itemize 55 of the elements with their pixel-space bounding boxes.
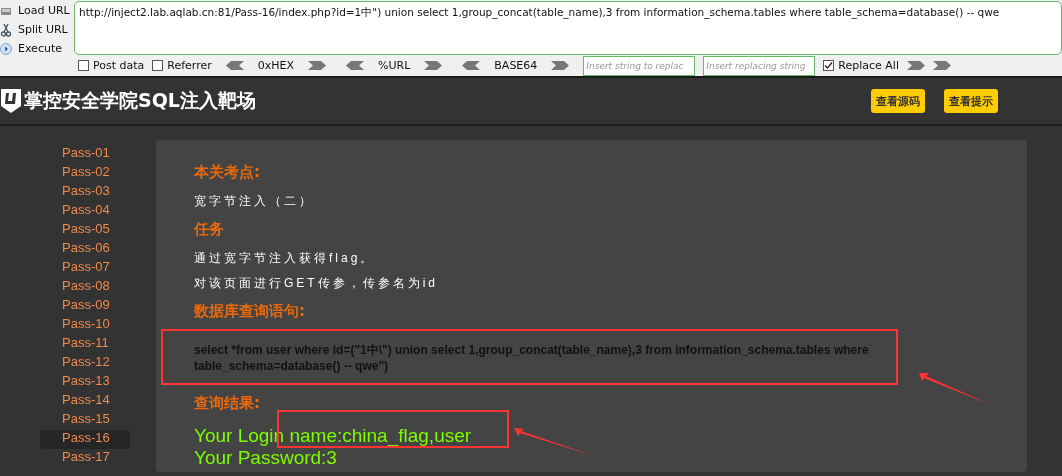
url-field[interactable]: http://inject2.lab.aqlab.cn:81/Pass-16/index.php?id=1中") union select 1,group_concat(table_name),3 from information_schema.tables where table_schema=database() -- qwe (74, 1, 1062, 55)
right-chevron-icon (308, 61, 327, 70)
play-icon (0, 42, 12, 55)
checkbox[interactable] (152, 60, 164, 71)
description-text: 对该页面进行GET传参，传参名为id (194, 276, 439, 290)
level-link[interactable]: Pass-09 (40, 297, 130, 316)
description-text: 通过宽字节注入获得flag。 (194, 251, 377, 265)
replace-field[interactable]: Insert string to replac (583, 55, 696, 76)
left-chevron-icon (225, 61, 244, 70)
right-chevron-icon (907, 61, 925, 70)
option-label[interactable]: Replace All (823, 59, 899, 72)
level-link[interactable]: Pass-02 (40, 164, 130, 183)
level-link[interactable]: Pass-12 (40, 354, 130, 373)
result-text: Your Password:3 (194, 447, 337, 469)
option-label[interactable]: Post data (78, 59, 145, 72)
level-link[interactable]: Pass-17 (40, 449, 130, 468)
level-link[interactable]: Pass-03 (40, 183, 130, 202)
header-button[interactable]: 查看源码 (871, 89, 925, 113)
toolbar-button[interactable]: Execute (0, 39, 74, 58)
replacement-field[interactable]: Insert replacing string (703, 55, 816, 76)
encode-button[interactable]: 0xHEX (219, 59, 333, 72)
checkbox[interactable] (823, 60, 835, 71)
level-link[interactable]: Pass-06 (40, 240, 130, 259)
scissors-icon (0, 22, 12, 37)
section-heading: 数据库查询语句: (194, 301, 306, 321)
level-link[interactable]: Pass-08 (40, 278, 130, 297)
description-text: 宽字节注入（二） (194, 194, 315, 208)
section-heading: 任务 (194, 219, 225, 239)
site-title: 掌控安全学院SQL注入靶场 (24, 88, 256, 113)
level-link[interactable]: Pass-04 (40, 202, 130, 221)
section-heading: 本关考点: (194, 162, 261, 182)
level-link[interactable]: Pass-15 (40, 411, 130, 430)
arrow-icon (514, 428, 594, 456)
level-link[interactable]: Pass-10 (40, 316, 130, 335)
right-chevron-icon (424, 61, 443, 70)
section-heading: 查询结果: (194, 393, 261, 413)
right-chevron-icon (551, 61, 570, 70)
level-link[interactable]: Pass-01 (40, 145, 130, 164)
left-chevron-icon (462, 61, 481, 70)
option-label[interactable]: Referrer (152, 59, 212, 72)
toolbar-button[interactable]: Load URL (0, 1, 74, 20)
right-chevron-icon (933, 61, 951, 70)
header-button[interactable]: 查看提示 (944, 89, 998, 113)
level-link[interactable]: Pass-16 (40, 430, 130, 449)
encode-button[interactable]: %URL (340, 59, 449, 72)
arrow-icon (919, 373, 991, 405)
level-link[interactable]: Pass-07 (40, 259, 130, 278)
checkbox[interactable] (78, 60, 89, 71)
toolbar-button[interactable]: Split URL (0, 20, 74, 39)
level-link[interactable]: Pass-14 (40, 392, 130, 411)
left-chevron-icon (346, 61, 365, 70)
level-link[interactable]: Pass-05 (40, 221, 130, 240)
level-link[interactable]: Pass-11 (40, 335, 130, 354)
level-link[interactable]: Pass-13 (40, 373, 130, 392)
encode-button[interactable]: BASE64 (456, 59, 576, 72)
